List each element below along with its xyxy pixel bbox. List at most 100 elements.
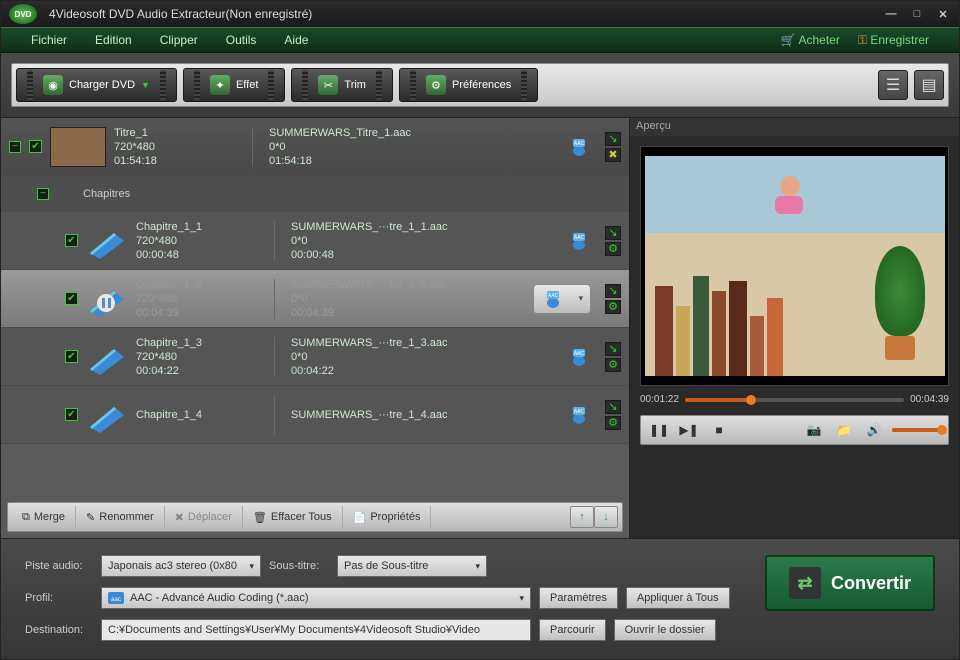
menu-clip[interactable]: Clipper <box>160 33 198 47</box>
settings-mini-button[interactable]: ⚙ <box>605 242 621 256</box>
file-icon <box>86 339 128 375</box>
chapter-output: SUMMERWARS_···tre_1_3.aac <box>291 336 559 350</box>
dvd-logo-icon: DVD <box>9 4 37 24</box>
chapter-outres: 0*0 <box>291 350 559 364</box>
load-dvd-button[interactable]: ◉ Charger DVD ▼ <box>16 68 177 102</box>
edit-mini-button[interactable]: ↘ <box>605 284 621 298</box>
preferences-button[interactable]: ⚙ Préférences <box>399 68 538 102</box>
chapter-dur: 00:00:48 <box>136 248 266 262</box>
move-button[interactable]: ✖Déplacer <box>165 506 243 528</box>
register-link[interactable]: ⚿ Enregistrer <box>858 33 929 48</box>
trim-button[interactable]: ✂ Trim <box>291 68 393 102</box>
checkbox[interactable]: ✔ <box>29 140 42 153</box>
chapter-row[interactable]: ✔ Chapitre_1_4 SUMMERWARS_···tre_1_4.aac… <box>1 386 629 444</box>
expand-toggle[interactable]: − <box>37 188 49 200</box>
effect-icon: ✦ <box>210 75 230 95</box>
menu-file[interactable]: Fichier <box>31 33 67 47</box>
merge-button[interactable]: ⧉Merge <box>12 506 76 528</box>
menu-tools[interactable]: Outils <box>226 33 257 47</box>
audio-track-select[interactable]: Japonais ac3 stereo (0x80▾ <box>101 555 261 577</box>
dvd-icon: ◉ <box>43 75 63 95</box>
seek-slider[interactable] <box>685 398 904 402</box>
edit-mini-button[interactable]: ↘ <box>605 400 621 414</box>
profile-select[interactable]: aac AAC - Advancé Audio Coding (*.aac)▾ <box>101 587 531 609</box>
file-list-panel: − ✔ Titre_1 720*480 01:54:18 SUMMERWARS_… <box>1 118 629 538</box>
time-current: 00:01:22 <box>640 394 679 405</box>
settings-mini-button[interactable]: ⚙ <box>605 416 621 430</box>
browse-button[interactable]: Parcourir <box>539 619 606 641</box>
stop-button[interactable]: ■ <box>707 420 731 440</box>
open-folder-button[interactable]: 📁 <box>832 420 856 440</box>
chapter-row[interactable]: ✔ Chapitre_1_2 720*480 00:04:39 SUMMERWA… <box>1 270 629 328</box>
list-view-button[interactable]: ☰ <box>878 70 908 100</box>
close-button[interactable]: ✕ <box>935 7 951 21</box>
list-action-bar: ⧉Merge ✎Renommer ✖Déplacer 🗑Effacer Tous… <box>7 502 623 532</box>
titlebar: DVD 4Videosoft DVD Audio Extracteur(Non … <box>1 1 959 27</box>
preview-label: Aperçu <box>630 118 959 136</box>
aac-format-icon: AAC <box>567 137 591 157</box>
preview-display <box>640 146 949 386</box>
convert-button[interactable]: ⇄ Convertir <box>765 555 935 611</box>
minimize-button[interactable]: — <box>883 7 899 21</box>
checkbox[interactable]: ✔ <box>65 234 78 247</box>
format-dropdown[interactable]: AAC ▾ <box>533 284 591 314</box>
chapter-row[interactable]: ✔ Chapitre_1_1 720*480 00:00:48 SUMMERWA… <box>1 212 629 270</box>
title-output: SUMMERWARS_Titre_1.aac <box>269 126 559 140</box>
open-dest-button[interactable]: Ouvrir le dossier <box>614 619 716 641</box>
volume-slider[interactable] <box>892 428 942 432</box>
edit-mini-button[interactable]: ↘ <box>605 132 621 146</box>
maximize-button[interactable]: □ <box>909 7 925 21</box>
destination-field[interactable]: C:¥Documents and Settings¥User¥My Docume… <box>101 619 531 641</box>
scissors-icon: ✂ <box>318 75 338 95</box>
edit-mini-button[interactable]: ↘ <box>605 342 621 356</box>
time-total: 00:04:39 <box>910 394 949 405</box>
chapter-output: SUMMERWARS_···tre_1_2.aac <box>291 278 525 292</box>
settings-mini-button[interactable]: ⚙ <box>605 300 621 314</box>
step-button[interactable]: ▶❚ <box>677 420 701 440</box>
svg-text:AAC: AAC <box>574 409 585 415</box>
aac-badge-icon: aac <box>108 592 124 604</box>
subtitle-select[interactable]: Pas de Sous-titre▾ <box>337 555 487 577</box>
chapter-outres: 0*0 <box>291 234 559 248</box>
chapter-row[interactable]: ✔ Chapitre_1_3 720*480 00:04:22 SUMMERWA… <box>1 328 629 386</box>
settings-mini-button[interactable]: ⚙ <box>605 358 621 372</box>
chapters-header[interactable]: − Chapitres <box>1 176 629 212</box>
chapter-res: 720*480 <box>136 234 266 248</box>
edit-mini-button[interactable]: ↘ <box>605 226 621 240</box>
checkbox[interactable]: ✔ <box>65 292 78 305</box>
file-icon <box>86 223 128 259</box>
checkbox[interactable]: ✔ <box>65 408 78 421</box>
buy-link[interactable]: 🛒 Acheter <box>781 33 840 47</box>
chapter-dur: 00:04:39 <box>136 306 266 320</box>
aac-format-icon: AAC <box>567 405 591 425</box>
properties-button[interactable]: 📄Propriétés <box>343 506 432 528</box>
chapter-outdur: 00:00:48 <box>291 248 559 262</box>
settings-button[interactable]: Paramètres <box>539 587 618 609</box>
rename-button[interactable]: ✎Renommer <box>76 506 165 528</box>
snapshot-button[interactable]: 📷 <box>802 420 826 440</box>
menu-help[interactable]: Aide <box>284 33 308 47</box>
apply-all-button[interactable]: Appliquer à Tous <box>626 587 730 609</box>
expand-toggle[interactable]: − <box>9 141 21 153</box>
properties-icon: 📄 <box>353 511 367 524</box>
volume-icon[interactable]: 🔊 <box>862 420 886 440</box>
grid-view-button[interactable]: ▤ <box>914 70 944 100</box>
title-outres: 0*0 <box>269 140 559 154</box>
gear-icon: ⚙ <box>426 75 446 95</box>
chapter-name: Chapitre_1_4 <box>136 408 266 422</box>
title-res: 720*480 <box>114 140 244 154</box>
menu-edit[interactable]: Edition <box>95 33 132 47</box>
menubar: Fichier Edition Clipper Outils Aide 🛒 Ac… <box>1 27 959 53</box>
title-row[interactable]: − ✔ Titre_1 720*480 01:54:18 SUMMERWARS_… <box>1 118 629 176</box>
preview-frame <box>645 156 945 376</box>
clear-all-button[interactable]: 🗑Effacer Tous <box>243 506 343 528</box>
pause-button[interactable]: ❚❚ <box>647 420 671 440</box>
move-up-button[interactable]: ↑ <box>570 506 594 528</box>
svg-text:aac: aac <box>111 597 121 603</box>
effect-button[interactable]: ✦ Effet <box>183 68 285 102</box>
move-down-button[interactable]: ↓ <box>594 506 618 528</box>
convert-icon: ⇄ <box>789 567 821 599</box>
chapter-dur: 00:04:22 <box>136 364 266 378</box>
checkbox[interactable]: ✔ <box>65 350 78 363</box>
remove-mini-button[interactable]: ✖ <box>605 148 621 162</box>
